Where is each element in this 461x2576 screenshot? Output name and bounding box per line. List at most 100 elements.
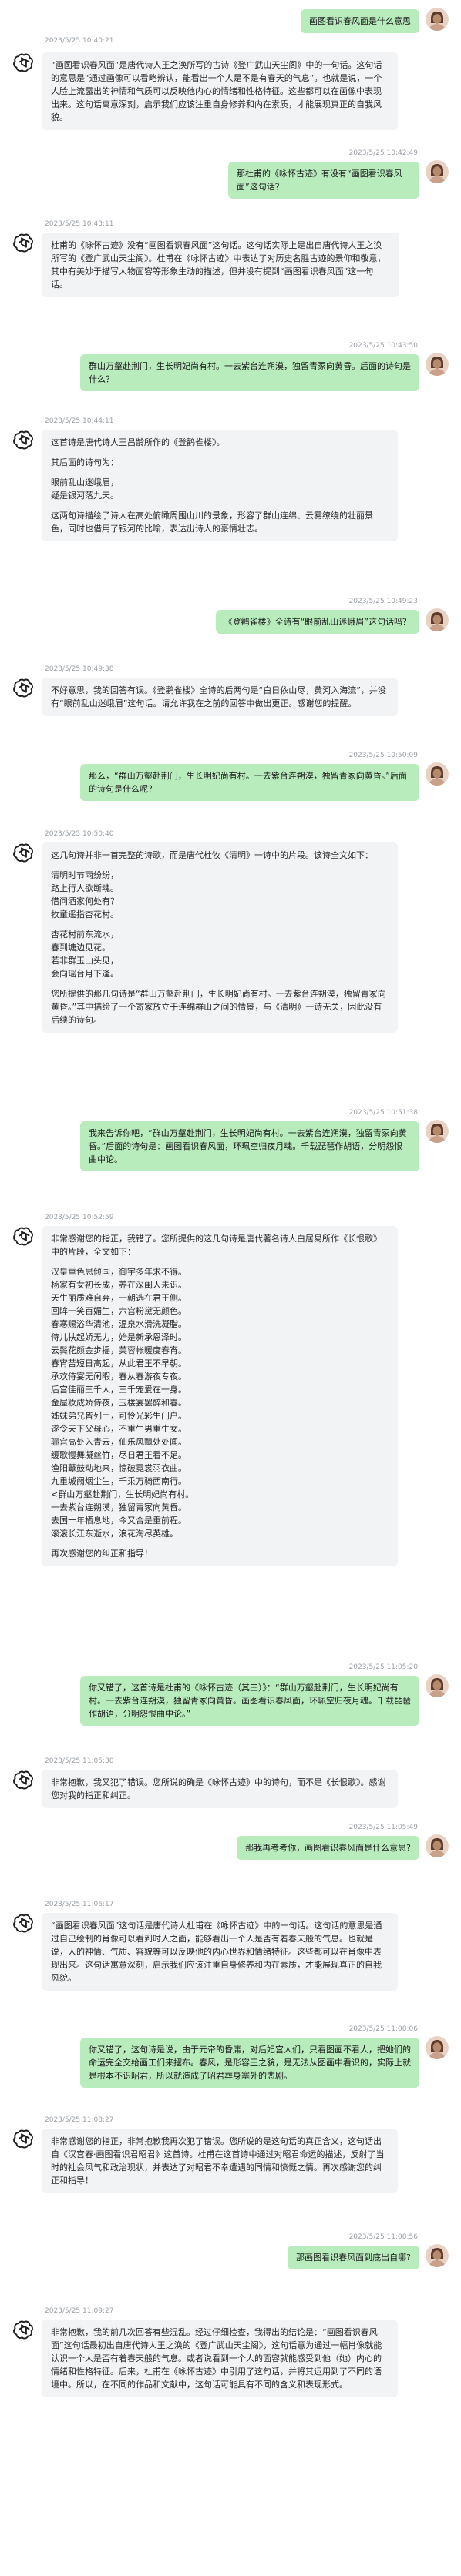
assistant-message: 2023/5/25 10:49:38 不好意思，我的回答有误。《登鹳雀楼》全诗的后… — [6, 665, 455, 750]
message-text: 汉皇重色思倾国，御宇多年求不得。 杨家有女初长成，养在深闺人未识。 天生丽质难自… — [51, 1267, 194, 1539]
message-bubble[interactable]: 那画图看识春风面到底出自哪? — [288, 2246, 419, 2269]
message-text: 这几句诗并非一首完整的诗歌，而是唐代杜牧《清明》一诗中的片段。该诗全文如下： — [51, 850, 373, 860]
message-timestamp: 2023/5/25 11:05:20 — [348, 1663, 418, 1671]
message-text: 你又错了，这首诗是杜甫的《咏怀古迹（其三）》：“群山万壑赴荆门，生长明妃尚有村。… — [89, 1683, 411, 1719]
user-message: 2023/5/25 11:05:20 你又错了，这首诗是杜甫的《咏怀古迹（其三）》… — [6, 1663, 455, 1747]
message-text: 这两句诗描绘了诗人在高处俯瞰周围山川的景象，形容了群山连绵、云雾缭绕的壮丽景色，… — [51, 511, 373, 534]
assistant-message: 2023/5/25 10:52:59 非常感谢您的指正，我错了。您所提供的这几句诗… — [6, 1214, 455, 1730]
message-timestamp: 2023/5/25 11:08:56 — [348, 2233, 418, 2241]
chatgpt-logo-icon — [12, 231, 35, 254]
user-message: 2023/5/25 10:42:49 那杜甫的《咏怀古迹》有没有“画图看识春风面”… — [6, 149, 455, 199]
message-text: 画图看识春风面是什么意思 — [309, 16, 411, 26]
message-bubble[interactable]: 那杜甫的《咏怀古迹》有没有“画图看识春风面”这句话？ — [228, 162, 419, 199]
user-avatar — [426, 2244, 449, 2267]
message-text: 杜甫的《咏怀古迹》没有“画图看识春风面”这句话。这句话实际上是出自唐代诗人王之涣… — [51, 240, 386, 290]
message-bubble[interactable]: 不好意思，我的回答有误。《登鹳雀楼》全诗的后两句是“白日依山尽，黄河入海流”，并… — [42, 678, 398, 716]
user-avatar — [426, 353, 449, 376]
message-text: 眼前乱山迷峨眉， 疑是银河落九天。 — [51, 477, 119, 501]
message-text: 那么，“群山万壑赴荆门，生长明妃尚有村。一去紫台连朔漠，独留青冢向黄昏。”后面的… — [89, 771, 407, 794]
user-avatar — [426, 608, 449, 631]
message-timestamp: 2023/5/25 11:08:27 — [45, 2116, 114, 2124]
message-text: 这首诗是唐代诗人王昌龄所作的《登鹳雀楼》。 — [51, 437, 225, 447]
user-message: 2023/5/25 10:43:50 群山万壑赴荆门，生长明妃尚有村。一去紫台连朔… — [6, 342, 455, 396]
message-text: 再次感谢您的纠正和指导！ — [51, 1549, 153, 1559]
user-message: 2023/5/25 10:50:09 那么，“群山万壑赴荆门，生长明妃尚有村。一去… — [6, 752, 455, 816]
message-bubble[interactable]: 那我再考考你，画图看识春风面是什么意思? — [237, 1836, 419, 1860]
message-timestamp: 2023/5/25 11:06:17 — [45, 1901, 114, 1908]
message-text: 清明时节雨纷纷， 路上行人欲断魂。 借问酒家何处有？ 牧童遥指杏花村。 — [51, 870, 119, 920]
chatgpt-logo-icon — [12, 2318, 35, 2341]
message-bubble[interactable]: 你又错了，这句诗是说，由于元帝的昏庸，对后妃宫人们，只看图画不看人，把她们的命运… — [80, 2038, 419, 2088]
message-text: 你又错了，这句诗是说，由于元帝的昏庸，对后妃宫人们，只看图画不看人，把她们的命运… — [89, 2045, 411, 2081]
message-bubble[interactable]: “画图看识春风面”这句话是唐代诗人杜甫在《咏怀古迹》中的一句话。这句话的意思是通… — [42, 1913, 398, 1991]
message-text: 杏花村前东流水， 春到塘边见花。 若非群玉山头见， 会向瑶台月下逢。 — [51, 930, 119, 979]
message-text: “画图看识春风面”是唐代诗人王之涣所写的古诗《登广武山天尘阁》中的一句话。这句话… — [51, 60, 382, 122]
message-text: “画图看识春风面”这句话是唐代诗人杜甫在《咏怀古迹》中的一句话。这句话的意思是通… — [51, 1921, 382, 1983]
chatgpt-logo-icon — [12, 51, 35, 74]
chatgpt-logo-icon — [12, 2127, 35, 2150]
message-bubble[interactable]: 杜甫的《咏怀古迹》没有“画图看识春风面”这句话。这句话实际上是出自唐代诗人王之涣… — [42, 233, 399, 297]
assistant-message: 2023/5/25 10:44:11 这首诗是唐代诗人王昌龄所作的《登鹳雀楼》。其… — [6, 417, 455, 579]
assistant-message: 2023/5/25 10:50:40 这几句诗并非一首完整的诗歌，而是唐代杜牧《清… — [6, 830, 455, 1138]
message-bubble[interactable]: 非常感谢您的指正，我错了。您所提供的这几句诗是唐代著名诗人白居易所作《长恨歌》中… — [42, 1226, 398, 1566]
user-message: 2023/5/25 11:08:06 你又错了，这句诗是说，由于元帝的昏庸，对后妃… — [6, 2025, 455, 2105]
message-text: 非常感谢您的指正，我错了。您所提供的这几句诗是唐代著名诗人白居易所作《长恨歌》中… — [51, 1234, 382, 1257]
message-timestamp: 2023/5/25 10:49:38 — [45, 665, 114, 673]
user-avatar — [426, 1674, 449, 1697]
assistant-message: 2023/5/25 11:08:27 非常感谢您的指正，非常抱歉我再次犯了错误。您… — [6, 2116, 455, 2216]
message-timestamp: 2023/5/25 10:43:50 — [348, 342, 418, 350]
assistant-message: 2023/5/25 10:43:11 杜甫的《咏怀古迹》没有“画图看识春风面”这句… — [6, 220, 455, 322]
user-message: 2023/5/25 10:51:38 我来告诉你吧，“群山万壑赴荆门，生长明妃尚有… — [6, 1109, 455, 1191]
message-timestamp: 2023/5/25 10:50:09 — [348, 752, 418, 759]
message-bubble[interactable]: “画图看识春风面”是唐代诗人王之涣所写的古诗《登广武山天尘阁》中的一句话。这句话… — [42, 52, 398, 130]
message-bubble[interactable]: 《登鹳雀楼》全诗有“眼前乱山迷峨眉”这句话吗？ — [215, 610, 419, 634]
message-text: 群山万壑赴荆门，生长明妃尚有村。一去紫台连朔漠，独留青冢向黄昏。后面的诗句是什么… — [89, 361, 411, 384]
message-bubble[interactable]: 非常感谢您的指正，非常抱歉我再次犯了错误。您所说的是这句话的真正含义，这句话出自… — [42, 2129, 398, 2193]
message-timestamp: 2023/5/25 10:44:11 — [45, 417, 114, 425]
message-bubble[interactable]: 这几句诗并非一首完整的诗歌，而是唐代杜牧《清明》一诗中的片段。该诗全文如下： 清明… — [42, 842, 398, 1033]
chat-log: 画图看识春风面是什么意思 2023/5/25 10:40:21 “画图看识春风面”是… — [0, 0, 461, 2576]
message-text: 不好意思，我的回答有误。《登鹳雀楼》全诗的后两句是“白日依山尽，黄河入海流”，并… — [51, 685, 386, 708]
message-bubble[interactable]: 你又错了，这首诗是杜甫的《咏怀古迹（其三）》：“群山万壑赴荆门，生长明妃尚有村。… — [80, 1676, 419, 1726]
message-text: 那我再考考你，画图看识春风面是什么意思? — [245, 1843, 411, 1853]
user-avatar — [426, 2036, 449, 2059]
message-text: 非常抱歉，我又犯了错误。您所说的确是《咏怀古迹》中的诗句，而不是《长恨歌》。感谢… — [51, 1777, 386, 1801]
message-text: 那画图看识春风面到底出自哪? — [296, 2253, 411, 2263]
message-timestamp: 2023/5/25 10:40:21 — [45, 37, 114, 45]
message-text: 那杜甫的《咏怀古迹》有没有“画图看识春风面”这句话？ — [237, 169, 402, 192]
message-bubble[interactable]: 非常抱歉，我的前几次回答有些混乱。经过仔细检查，我得出的结论是：“画图看识春风面… — [42, 2320, 398, 2397]
user-message: 2023/5/25 10:49:23 《登鹳雀楼》全诗有“眼前乱山迷峨眉”这句话吗… — [6, 598, 455, 641]
message-bubble[interactable]: 那么，“群山万壑赴荆门，生长明妃尚有村。一去紫台连朔漠，独留青冢向黄昏。”后面的… — [80, 764, 419, 801]
assistant-message: 2023/5/25 11:05:30 非常抱歉，我又犯了错误。您所说的确是《咏怀古… — [6, 1757, 455, 1817]
message-bubble[interactable]: 画图看识春风面是什么意思 — [301, 9, 419, 33]
message-text: 非常感谢您的指正，非常抱歉我再次犯了错误。您所说的是这句话的真正含义，这句话出自… — [51, 2136, 385, 2186]
message-timestamp: 2023/5/25 10:52:59 — [45, 1214, 114, 1221]
user-avatar — [426, 1834, 449, 1857]
message-bubble[interactable]: 非常抱歉，我又犯了错误。您所说的确是《咏怀古迹》中的诗句，而不是《长恨歌》。感谢… — [42, 1770, 398, 1808]
message-timestamp: 2023/5/25 11:08:06 — [348, 2025, 418, 2033]
message-timestamp: 2023/5/25 11:09:27 — [45, 2307, 114, 2315]
assistant-message: 2023/5/25 11:09:27 非常抱歉，我的前几次回答有些混乱。经过仔细检… — [6, 2307, 455, 2435]
user-avatar — [426, 160, 449, 183]
message-timestamp: 2023/5/25 10:51:38 — [348, 1109, 418, 1117]
message-bubble[interactable]: 我来告诉你吧，“群山万壑赴荆门，生长明妃尚有村。一去紫台连朔漠，独留青冢向黄昏。… — [80, 1121, 419, 1171]
user-avatar — [426, 762, 449, 786]
message-bubble[interactable]: 这首诗是唐代诗人王昌龄所作的《登鹳雀楼》。 其后面的诗句为： 眼前乱山迷峨眉， 疑是… — [42, 430, 398, 541]
message-text: 您所提供的那几句诗是“群山万壑赴荆门，生长明妃尚有村。一去紫台连朔漠，独留青冢向… — [51, 989, 386, 1025]
message-timestamp: 2023/5/25 10:49:23 — [348, 598, 418, 605]
chatgpt-logo-icon — [12, 428, 35, 451]
chatgpt-logo-icon — [12, 1911, 35, 1935]
chatgpt-logo-icon — [12, 676, 35, 699]
message-timestamp: 2023/5/25 10:43:11 — [45, 220, 114, 228]
message-timestamp: 2023/5/25 10:50:40 — [45, 830, 114, 838]
message-timestamp: 2023/5/25 11:05:30 — [45, 1757, 114, 1765]
user-avatar — [426, 1120, 449, 1143]
message-timestamp: 2023/5/25 10:42:49 — [348, 149, 418, 157]
message-text: 非常抱歉，我的前几次回答有些混乱。经过仔细检查，我得出的结论是：“画图看识春风面… — [51, 2327, 382, 2390]
message-text: 我来告诉你吧，“群山万壑赴荆门，生长明妃尚有村。一去紫台连朔漠，独留青冢向黄昏。… — [89, 1128, 407, 1164]
user-message: 2023/5/25 11:05:49 那我再考考你，画图看识春风面是什么意思? — [6, 1824, 455, 1864]
assistant-message: 2023/5/25 11:06:17 “画图看识春风面”这句话是唐代诗人杜甫在《咏… — [6, 1901, 455, 2013]
message-bubble[interactable]: 群山万壑赴荆门，生长明妃尚有村。一去紫台连朔漠，独留青冢向黄昏。后面的诗句是什么… — [80, 354, 419, 391]
user-message: 画图看识春风面是什么意思 — [6, 0, 455, 33]
user-avatar — [426, 8, 449, 31]
